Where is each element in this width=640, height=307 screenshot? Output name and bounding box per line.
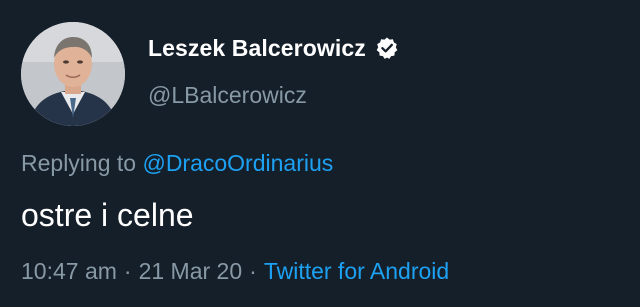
display-name[interactable]: Leszek Balcerowicz: [148, 35, 366, 62]
profile-photo: [21, 22, 125, 126]
author-name-row[interactable]: Leszek Balcerowicz: [148, 31, 399, 65]
replying-to: Replying to @DracoOrdinarius: [21, 150, 333, 177]
reply-mention-link[interactable]: @DracoOrdinarius: [142, 150, 333, 176]
user-handle[interactable]: @LBalcerowicz: [148, 82, 307, 109]
meta-separator: ·: [249, 258, 257, 284]
meta-separator: ·: [123, 258, 132, 284]
tweet-text: ostre i celne: [21, 197, 194, 233]
verified-badge-icon: [375, 36, 399, 60]
replying-to-label: Replying to: [21, 150, 137, 176]
tweet-time[interactable]: 10:47 am: [21, 258, 117, 284]
avatar[interactable]: [21, 22, 125, 126]
tweet-source-link[interactable]: Twitter for Android: [264, 258, 449, 284]
tweet-date[interactable]: 21 Mar 20: [139, 258, 243, 284]
tweet: Leszek Balcerowicz @LBalcerowicz Replyin…: [0, 0, 640, 307]
tweet-meta: 10:47 am · 21 Mar 20 · Twitter for Android: [21, 258, 449, 285]
